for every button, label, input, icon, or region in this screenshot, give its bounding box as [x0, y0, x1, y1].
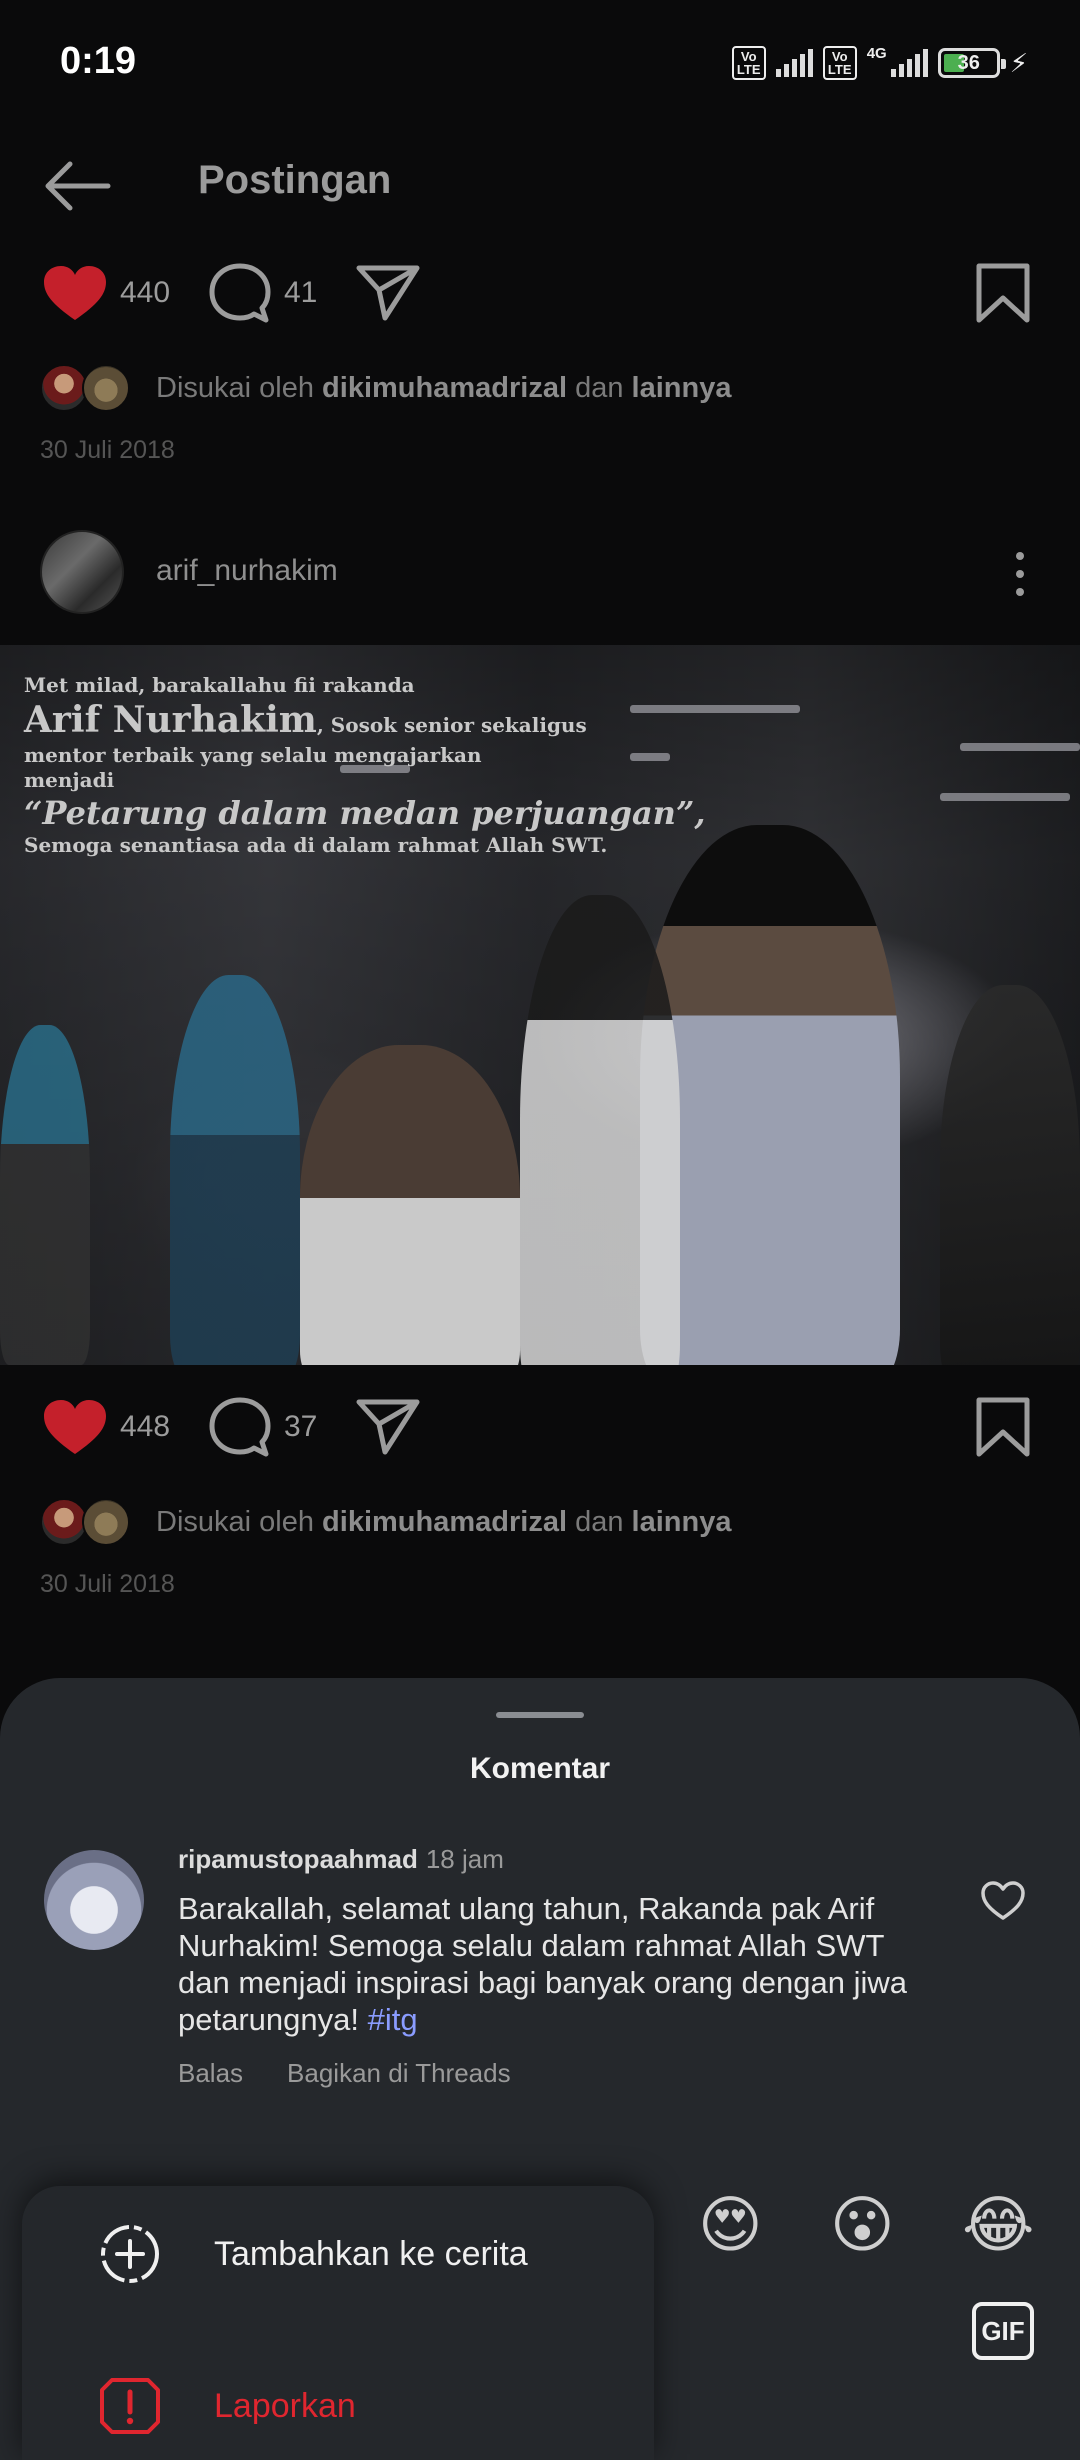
signal-icon-2: [890, 49, 928, 77]
top-app-bar: Postingan: [0, 140, 1080, 230]
comment-text: Barakallah, selamat ulang tahun, Rakanda…: [178, 1891, 907, 2037]
like-count[interactable]: 448: [120, 1410, 170, 1444]
liked-by-text: Disukai oleh dikimuhamadrizal dan lainny…: [156, 1505, 732, 1538]
post-image-caption: Met milad, barakallahu fii rakanda Arif …: [24, 673, 706, 857]
liked-by-user: dikimuhamadrizal: [322, 1505, 568, 1538]
comment-count[interactable]: 37: [284, 1410, 317, 1444]
add-to-story-label: Tambahkan ke cerita: [214, 2234, 528, 2273]
share-send-icon[interactable]: [355, 262, 421, 322]
add-story-icon: [101, 2225, 159, 2283]
comment-icon[interactable]: [208, 262, 272, 326]
comment-count[interactable]: 41: [284, 276, 317, 310]
emoji-heart-eyes[interactable]: 😍: [698, 2188, 763, 2264]
share-send-icon[interactable]: [355, 1396, 421, 1456]
liked-by-user: dikimuhamadrizal: [322, 371, 568, 404]
post-options-popup: Tambahkan ke cerita Laporkan: [22, 2186, 654, 2460]
post-date: 30 Juli 2018: [40, 436, 175, 464]
comment-avatar[interactable]: [44, 1850, 144, 1950]
report-item[interactable]: Laporkan: [98, 2374, 356, 2438]
comment-actions: Balas Bagikan di Threads: [178, 2058, 511, 2089]
avatar: [40, 1498, 88, 1546]
post-date: 30 Juli 2018: [40, 1570, 175, 1598]
comment-time: 18 jam: [425, 1844, 504, 1874]
like-heart-icon[interactable]: [42, 264, 108, 324]
reply-button[interactable]: Balas: [178, 2058, 243, 2089]
like-heart-icon[interactable]: [42, 1398, 108, 1458]
more-options-icon[interactable]: [1008, 550, 1032, 598]
post-actions: 448 37: [0, 1390, 1080, 1470]
sheet-title: Komentar: [469, 1752, 611, 1785]
charging-icon: ⚡: [1009, 47, 1028, 78]
signal-icon: [775, 49, 813, 77]
volte-icon: Vo LTE: [731, 46, 766, 80]
report-label: Laporkan: [214, 2386, 356, 2425]
page-title: Postingan: [198, 158, 392, 202]
status-time: 0:19: [60, 40, 137, 82]
report-icon: [100, 2378, 160, 2434]
liked-by-avatars: [40, 1496, 136, 1548]
comment-header: ripamustopaahmad 18 jam: [178, 1844, 504, 1875]
liked-by-avatars: [40, 362, 136, 414]
comment-username[interactable]: ripamustopaahmad: [178, 1844, 418, 1874]
bookmark-icon[interactable]: [975, 262, 1031, 324]
volte-icon-2: Vo LTE: [822, 46, 857, 80]
battery-level: 36: [957, 51, 980, 74]
bookmark-icon[interactable]: [975, 1396, 1031, 1458]
avatar: [82, 1498, 130, 1546]
back-arrow-icon[interactable]: [42, 158, 112, 214]
share-threads-button[interactable]: Bagikan di Threads: [287, 2058, 511, 2089]
network-type: 4G: [866, 44, 887, 62]
post-username[interactable]: arif_nurhakim: [156, 554, 338, 588]
post-actions: 440 41: [0, 256, 1080, 336]
comment-icon[interactable]: [208, 1396, 272, 1460]
status-icons: Vo LTE Vo LTE 4G 36 ⚡: [731, 44, 1028, 80]
post-header: arif_nurhakim: [0, 530, 1080, 614]
avatar[interactable]: [40, 530, 124, 614]
comment-like-heart-icon[interactable]: [980, 1880, 1026, 1922]
status-bar: 0:19 Vo LTE Vo LTE 4G 36 ⚡: [0, 0, 1080, 130]
liked-by-row[interactable]: Disukai oleh dikimuhamadrizal dan lainny…: [40, 360, 1040, 416]
like-count[interactable]: 440: [120, 276, 170, 310]
avatar: [82, 364, 130, 412]
add-to-story-item[interactable]: Tambahkan ke cerita: [98, 2222, 528, 2286]
comment-hashtag[interactable]: #itg: [368, 2002, 418, 2037]
liked-by-row[interactable]: Disukai oleh dikimuhamadrizal dan lainny…: [40, 1494, 1040, 1550]
gif-button[interactable]: GIF: [972, 2302, 1034, 2360]
liked-by-text: Disukai oleh dikimuhamadrizal dan lainny…: [156, 371, 732, 404]
emoji-tears-of-joy[interactable]: 😂: [962, 2188, 1034, 2264]
avatar: [40, 364, 88, 412]
emoji-surprised[interactable]: 😮: [830, 2188, 895, 2264]
post-image[interactable]: Met milad, barakallahu fii rakanda Arif …: [0, 645, 1080, 1365]
battery-icon: 36: [937, 48, 1006, 78]
sheet-drag-handle[interactable]: [496, 1712, 584, 1718]
